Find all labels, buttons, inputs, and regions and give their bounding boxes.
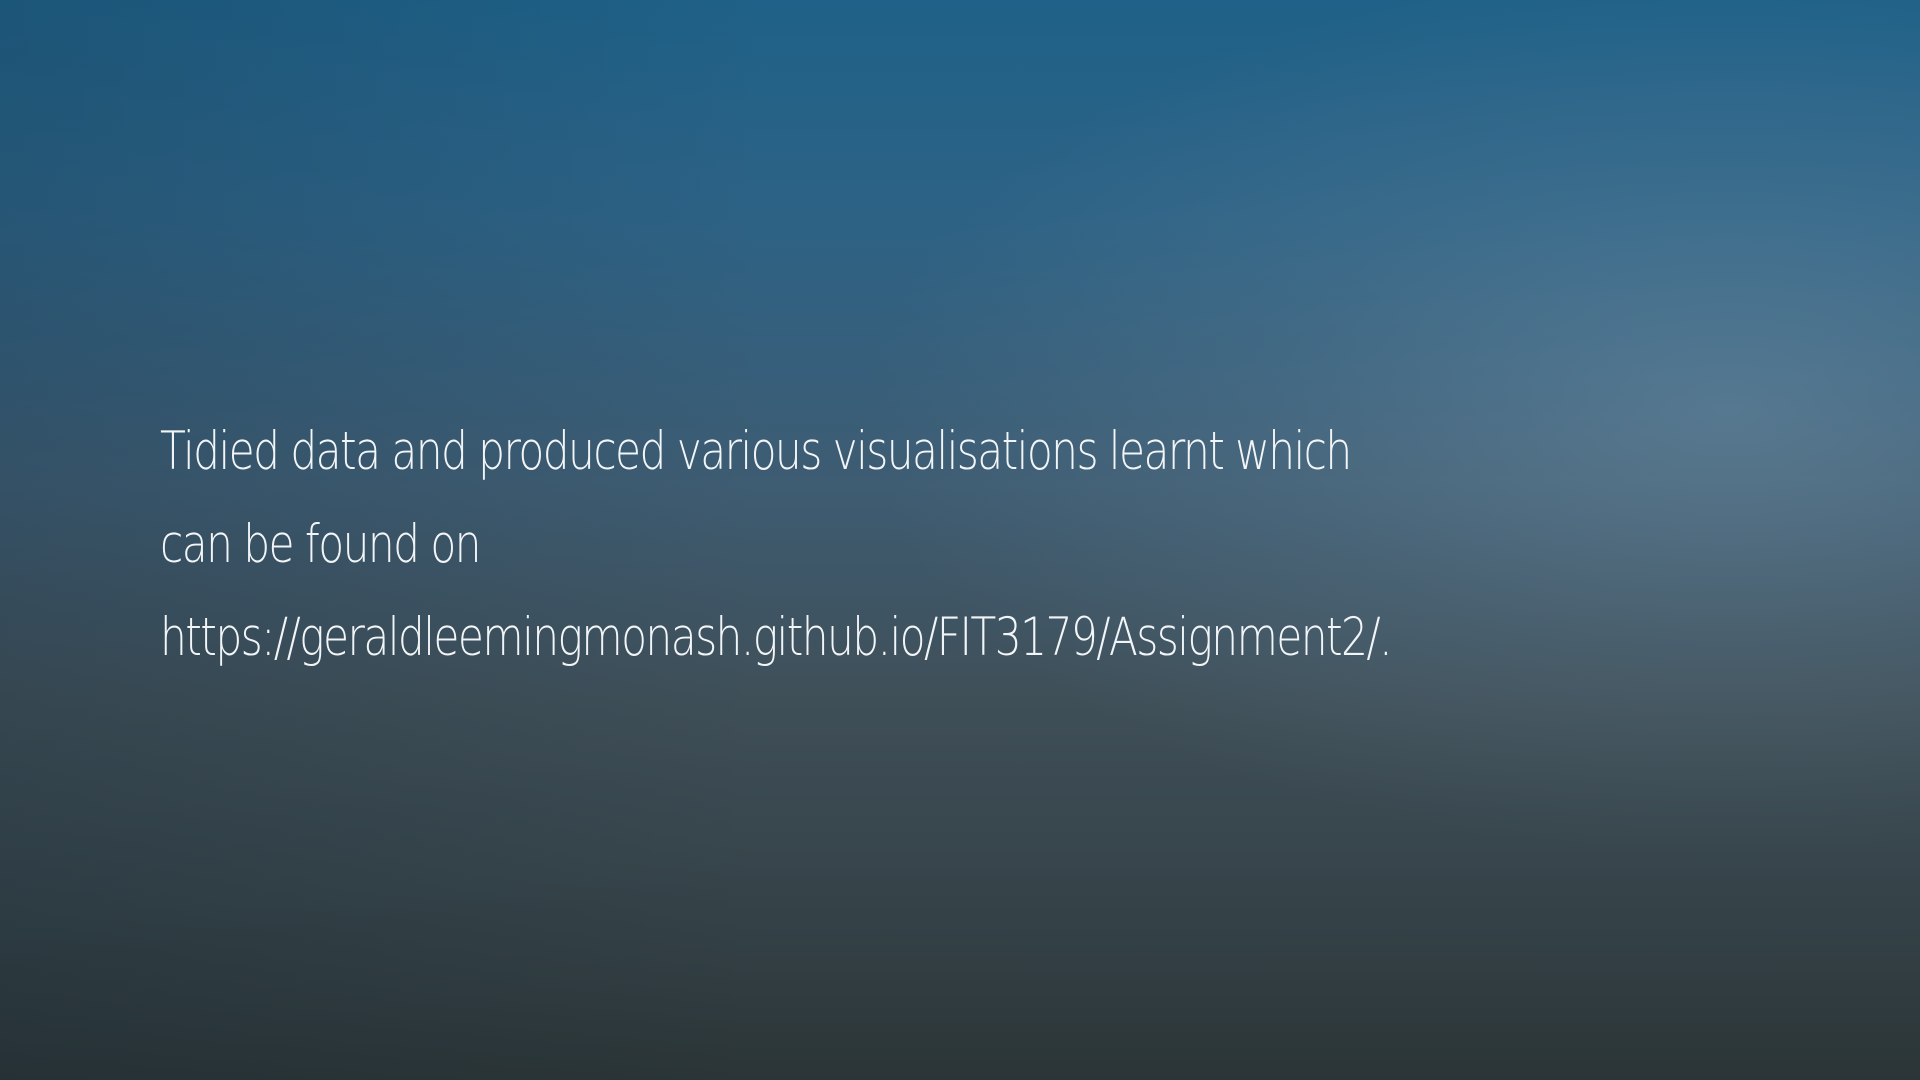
body-text-line: can be found on bbox=[160, 514, 482, 575]
body-text-line: Tidied data and produced various visuali… bbox=[160, 421, 1352, 482]
project-url: https://geraldleemingmonash.github.io/FI… bbox=[160, 607, 1393, 668]
slide-body-text: Tidied data and produced various visuali… bbox=[160, 405, 1440, 684]
slide-canvas: Tidied data and produced various visuali… bbox=[0, 0, 1920, 1080]
